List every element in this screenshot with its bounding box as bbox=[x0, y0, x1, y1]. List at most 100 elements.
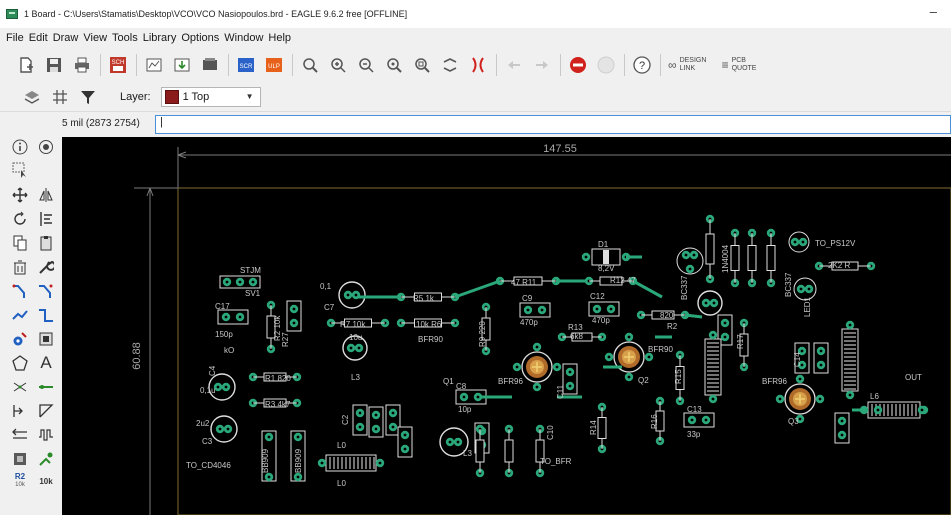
autoplace-tool[interactable] bbox=[36, 449, 56, 469]
eagle-app-icon bbox=[6, 9, 18, 19]
printer-icon bbox=[75, 57, 89, 73]
change-tool[interactable] bbox=[36, 257, 56, 277]
text-tool[interactable]: A bbox=[36, 353, 56, 373]
mirror-icon bbox=[39, 188, 53, 202]
name-tool[interactable]: 10k bbox=[36, 471, 56, 491]
ripup-button[interactable] bbox=[468, 55, 488, 75]
menu-options[interactable]: Options bbox=[181, 32, 219, 44]
signal-tool[interactable] bbox=[10, 377, 30, 397]
go-button[interactable] bbox=[596, 55, 616, 75]
pad-hole bbox=[647, 355, 651, 359]
wire-tool[interactable] bbox=[36, 377, 56, 397]
label-c13-value: 33p bbox=[687, 430, 701, 439]
new-file-button[interactable] bbox=[16, 55, 36, 75]
meander-tool[interactable] bbox=[36, 305, 56, 325]
label-r6: 10k R6 bbox=[416, 320, 442, 329]
ulp-button[interactable]: ULP bbox=[264, 55, 284, 75]
zoom-in-button[interactable] bbox=[328, 55, 348, 75]
manufacturing-button[interactable] bbox=[200, 55, 220, 75]
menu-library[interactable]: Library bbox=[143, 32, 177, 44]
cam-button[interactable] bbox=[144, 55, 164, 75]
zoom-select-button[interactable] bbox=[412, 55, 432, 75]
script-button[interactable]: SCR bbox=[236, 55, 256, 75]
line-tool[interactable] bbox=[36, 401, 56, 421]
zoom-redraw-button[interactable] bbox=[384, 55, 404, 75]
print-button[interactable] bbox=[72, 55, 92, 75]
route-tool[interactable] bbox=[10, 281, 30, 301]
ripup-tool[interactable] bbox=[10, 305, 30, 325]
ulp-icon: ULP bbox=[266, 58, 282, 72]
paste-tool[interactable] bbox=[36, 233, 56, 253]
menu-view[interactable]: View bbox=[83, 32, 107, 44]
polygon-tool[interactable] bbox=[10, 353, 30, 373]
label-stjm: STJM bbox=[240, 266, 261, 275]
dimension-vertical-label: 60.88 bbox=[131, 342, 143, 370]
grid-button[interactable] bbox=[50, 87, 70, 107]
pad-hole bbox=[595, 307, 599, 311]
board-icon bbox=[203, 58, 217, 70]
redo-button[interactable] bbox=[532, 55, 552, 75]
menu-tools[interactable]: Tools bbox=[112, 32, 138, 44]
design-link-button[interactable]: ∞ DESIGN LINK bbox=[668, 57, 710, 73]
label-out: OUT bbox=[905, 373, 922, 382]
hole-tool[interactable] bbox=[36, 329, 56, 349]
zoom-out-button[interactable] bbox=[356, 55, 376, 75]
resistor-body bbox=[705, 233, 715, 265]
via-tool[interactable] bbox=[10, 329, 30, 349]
pad-hole bbox=[535, 385, 539, 389]
menu-window[interactable]: Window bbox=[224, 32, 263, 44]
layer-select[interactable]: 1 Top ▼ bbox=[160, 86, 261, 107]
show-tool[interactable] bbox=[36, 137, 56, 157]
stop-button[interactable] bbox=[568, 55, 588, 75]
menu-file[interactable]: File bbox=[6, 32, 24, 44]
value-tool[interactable]: R2 10k bbox=[10, 471, 30, 491]
layer-color-swatch bbox=[164, 89, 179, 104]
frequency-tool[interactable] bbox=[36, 425, 56, 445]
copy-tool[interactable] bbox=[10, 233, 30, 253]
label-c7: C7 bbox=[324, 303, 335, 312]
copy-icon bbox=[13, 235, 27, 251]
zoom-fit-button[interactable] bbox=[300, 55, 320, 75]
minimize-button[interactable]: – bbox=[930, 4, 937, 19]
route-multi-tool[interactable] bbox=[36, 281, 56, 301]
undo-button[interactable] bbox=[504, 55, 524, 75]
menu-help[interactable]: Help bbox=[268, 32, 291, 44]
pad-hole bbox=[684, 253, 688, 257]
pcb-quote-button[interactable]: ≡ PCB QUOTE bbox=[722, 57, 760, 73]
rotate-tool[interactable] bbox=[10, 209, 30, 229]
label-c17-value: 150p bbox=[215, 330, 233, 339]
go-icon bbox=[597, 56, 615, 74]
layer-settings-button[interactable] bbox=[22, 87, 42, 107]
info-tool[interactable] bbox=[10, 137, 30, 157]
quote-icon: ≡ bbox=[721, 58, 729, 72]
board-canvas[interactable]: 147.55 60.88 STJM SV1 C17 150p kO 0,1u C… bbox=[62, 137, 951, 515]
mirror-tool[interactable] bbox=[36, 185, 56, 205]
help-button[interactable]: ? bbox=[632, 55, 652, 75]
ratsnest-button[interactable] bbox=[440, 55, 460, 75]
label-to-bfr: TO_BFR bbox=[540, 457, 572, 466]
export-button[interactable] bbox=[172, 55, 192, 75]
save-button[interactable] bbox=[44, 55, 64, 75]
pad-hole bbox=[920, 408, 924, 412]
pad-hole bbox=[540, 308, 544, 312]
move-tool[interactable] bbox=[10, 185, 30, 205]
menu-draw[interactable]: Draw bbox=[53, 32, 79, 44]
label-1n4004: 1N4004 bbox=[721, 244, 730, 273]
label-c2: C2 bbox=[341, 414, 350, 425]
dimension-tool[interactable] bbox=[10, 425, 30, 445]
align-tool[interactable] bbox=[36, 209, 56, 229]
pad-hole bbox=[840, 419, 844, 423]
arc-tool[interactable] bbox=[10, 401, 30, 421]
move-icon bbox=[12, 187, 28, 203]
delete-tool[interactable] bbox=[10, 257, 30, 277]
command-input[interactable]: | bbox=[155, 115, 951, 134]
label-c10: C10 bbox=[546, 425, 555, 440]
route-icon bbox=[12, 284, 25, 298]
select-tool[interactable] bbox=[10, 160, 30, 180]
pad-hole bbox=[391, 425, 395, 429]
menu-edit[interactable]: Edit bbox=[29, 32, 48, 44]
label-ko: kO bbox=[224, 346, 234, 355]
optimize-tool[interactable] bbox=[10, 449, 30, 469]
filter-button[interactable] bbox=[78, 87, 98, 107]
schematic-button[interactable]: SCH bbox=[108, 55, 128, 75]
